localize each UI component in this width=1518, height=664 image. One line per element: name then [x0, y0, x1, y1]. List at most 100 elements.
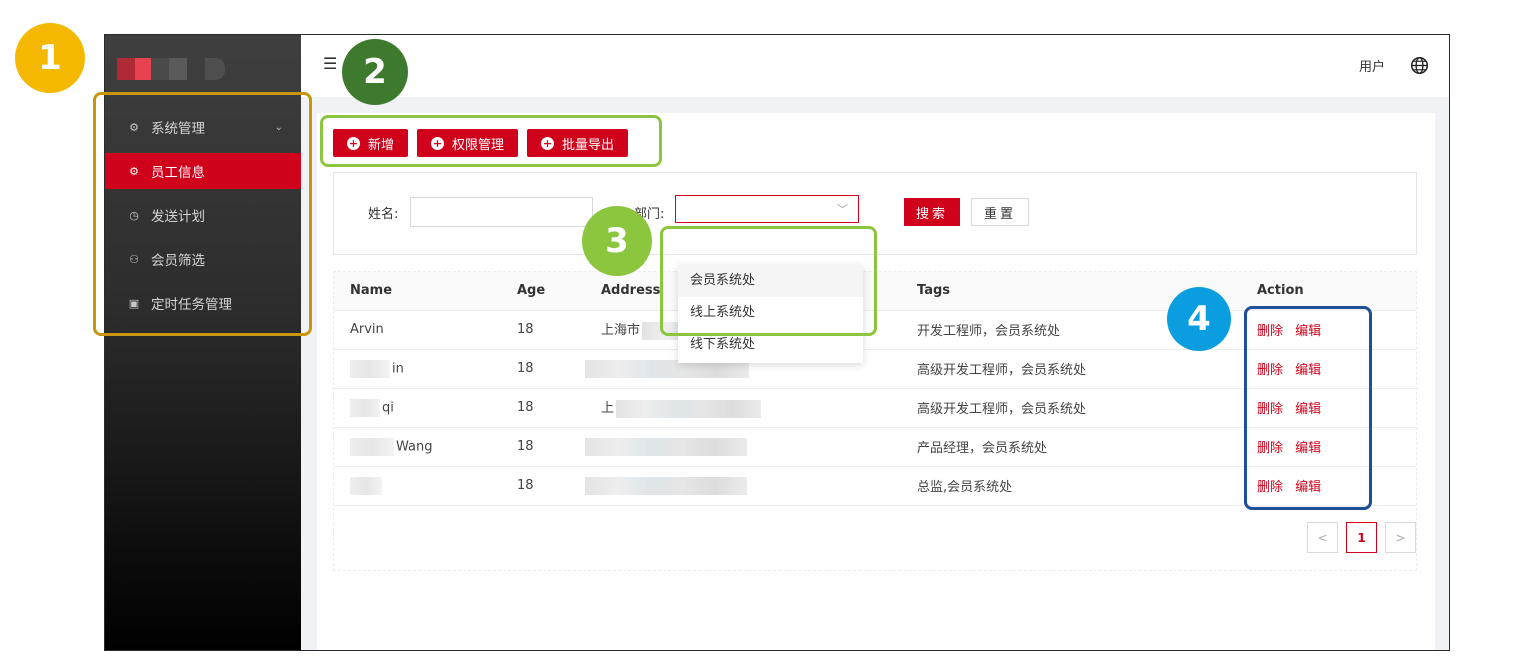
sidebar-item-system-management[interactable]: ⚙ 系统管理 ⌄: [105, 105, 301, 149]
dropdown-option-online-system[interactable]: 线上系统处: [678, 297, 863, 329]
cell-age: 18: [517, 388, 601, 428]
user-icon: ⚇: [129, 252, 139, 266]
sidebar-item-label: 会员筛选: [151, 253, 205, 269]
sidebar-item-label: 系统管理: [151, 121, 205, 137]
cell-action: 删除 编辑: [1257, 427, 1416, 467]
cell-tags: 高级开发工程师，会员系统处: [917, 388, 1257, 428]
page-1-button[interactable]: 1: [1346, 522, 1377, 553]
annotation-badge-2: 2: [342, 39, 408, 105]
plus-circle-icon: +: [431, 136, 445, 150]
add-button-label: 新增: [368, 137, 395, 153]
annotation-badge-4: 4: [1167, 287, 1231, 351]
add-button[interactable]: + 新增: [333, 129, 409, 157]
cell-action: 删除 编辑: [1257, 388, 1416, 428]
chevron-down-icon: ﹀: [837, 203, 848, 216]
dropdown-option-offline-system[interactable]: 线下系统处: [678, 329, 863, 361]
cell-age: 18: [517, 310, 601, 350]
annotation-badge-1: 1: [15, 23, 85, 93]
cell-action: 删除 编辑: [1257, 349, 1416, 389]
cell-name: [334, 466, 517, 506]
sidebar-menu: ⚙ 系统管理 ⌄ ⚙ 员工信息 ◷ 发送计划 ⚇ 会员筛选 ▣ 定时任务管理: [105, 105, 301, 325]
delete-link[interactable]: 删除: [1257, 441, 1283, 456]
redacted-text: [350, 476, 382, 495]
top-header: ☰ 用户: [301, 35, 1449, 97]
table-row: qi 18 上 高级开发工程师，会员系统处 删除 编辑: [334, 388, 1416, 428]
employee-table-panel: Name Age Address Tags Action Arvin 18 上海…: [333, 271, 1417, 571]
plus-circle-icon: +: [347, 136, 360, 150]
redacted-text: [350, 437, 394, 456]
cell-tags: 产品经理，会员系统处: [917, 427, 1257, 467]
pagination: < 1 >: [1307, 522, 1416, 553]
column-header-action: Action: [1257, 272, 1416, 311]
chevron-down-icon: ⌄: [274, 121, 283, 133]
employee-table: Name Age Address Tags Action Arvin 18 上海…: [334, 272, 1416, 506]
user-menu[interactable]: 用户: [1359, 56, 1385, 75]
terminal-icon: ▣: [128, 296, 140, 310]
sidebar-item-member-filter[interactable]: ⚇ 会员筛选: [105, 237, 301, 281]
edit-link[interactable]: 编辑: [1295, 441, 1321, 456]
cell-tags: 总监,会员系统处: [917, 466, 1257, 506]
action-toolbar: + 新增 + 权限管理 + 批量导出: [333, 129, 629, 157]
table-row: 18 总监,会员系统处 删除 编辑: [334, 466, 1416, 506]
department-select[interactable]: ﹀: [675, 195, 859, 223]
globe-icon[interactable]: [1410, 56, 1429, 75]
batch-export-button[interactable]: + 批量导出: [527, 129, 629, 157]
cell-name: in: [334, 349, 517, 389]
cell-name: qi: [334, 388, 517, 428]
delete-link[interactable]: 删除: [1257, 480, 1283, 495]
sidebar-item-label: 发送计划: [151, 209, 205, 225]
cell-address-text: 上: [601, 401, 615, 417]
search-button[interactable]: 搜索: [904, 198, 961, 226]
edit-link[interactable]: 编辑: [1295, 402, 1321, 417]
export-button-label: 批量导出: [562, 137, 615, 153]
redacted-text: [585, 476, 747, 495]
name-input[interactable]: [410, 197, 593, 227]
app-window: ⚙ 系统管理 ⌄ ⚙ 员工信息 ◷ 发送计划 ⚇ 会员筛选 ▣ 定时任务管理 ☰…: [104, 34, 1450, 651]
permission-button-label: 权限管理: [452, 137, 505, 153]
sidebar-item-label: 员工信息: [151, 165, 205, 181]
delete-link[interactable]: 删除: [1257, 402, 1283, 417]
sidebar-item-employee-info[interactable]: ⚙ 员工信息: [105, 153, 301, 189]
redacted-text: [350, 398, 380, 417]
name-label: 姓名:: [368, 207, 399, 222]
cell-name: Wang: [334, 427, 517, 467]
menu-toggle-icon[interactable]: ☰: [323, 54, 337, 73]
search-panel: 姓名: 部门: ﹀ 搜索 重置: [333, 172, 1417, 255]
gear-icon: ⚙: [129, 164, 139, 178]
edit-link[interactable]: 编辑: [1295, 324, 1321, 339]
table-row: in 18 高级开发工程师，会员系统处 删除 编辑: [334, 349, 1416, 389]
sidebar: ⚙ 系统管理 ⌄ ⚙ 员工信息 ◷ 发送计划 ⚇ 会员筛选 ▣ 定时任务管理: [105, 35, 301, 650]
redacted-text: [585, 437, 747, 456]
edit-link[interactable]: 编辑: [1295, 363, 1321, 378]
sidebar-item-send-plan[interactable]: ◷ 发送计划: [105, 193, 301, 237]
cell-name: Arvin: [334, 310, 517, 350]
cell-address: [585, 427, 917, 467]
cell-address: 上: [601, 388, 917, 428]
cell-address: [585, 466, 917, 506]
prev-page-button[interactable]: <: [1307, 522, 1338, 553]
edit-link[interactable]: 编辑: [1295, 480, 1321, 495]
gear-icon: ⚙: [129, 120, 139, 134]
cell-action: 删除 编辑: [1257, 466, 1416, 506]
clock-icon: ◷: [129, 208, 139, 222]
department-dropdown: 会员系统处 线上系统处 线下系统处: [678, 265, 863, 363]
dropdown-option-member-system[interactable]: 会员系统处: [678, 265, 863, 297]
table-row: Wang 18 产品经理，会员系统处 删除 编辑: [334, 427, 1416, 467]
annotated-screenshot: ⚙ 系统管理 ⌄ ⚙ 员工信息 ◷ 发送计划 ⚇ 会员筛选 ▣ 定时任务管理 ☰…: [0, 0, 1518, 664]
next-page-button[interactable]: >: [1385, 522, 1416, 553]
permission-management-button[interactable]: + 权限管理: [417, 129, 519, 157]
sidebar-item-label: 定时任务管理: [151, 297, 232, 313]
delete-link[interactable]: 删除: [1257, 324, 1283, 339]
table-header-row: Name Age Address Tags Action: [334, 272, 1416, 311]
cell-name-text: qi: [382, 400, 394, 415]
redacted-text: [616, 399, 762, 418]
cell-name-text: Arvin: [350, 322, 384, 337]
delete-link[interactable]: 删除: [1257, 363, 1283, 378]
column-header-name: Name: [334, 272, 517, 311]
annotation-badge-3: 3: [582, 206, 652, 276]
plus-circle-icon: +: [541, 136, 555, 150]
column-header-age: Age: [517, 272, 601, 311]
sidebar-item-scheduled-tasks[interactable]: ▣ 定时任务管理: [105, 281, 301, 325]
cell-address-text: 上海市: [601, 323, 641, 339]
reset-button[interactable]: 重置: [971, 198, 1030, 226]
